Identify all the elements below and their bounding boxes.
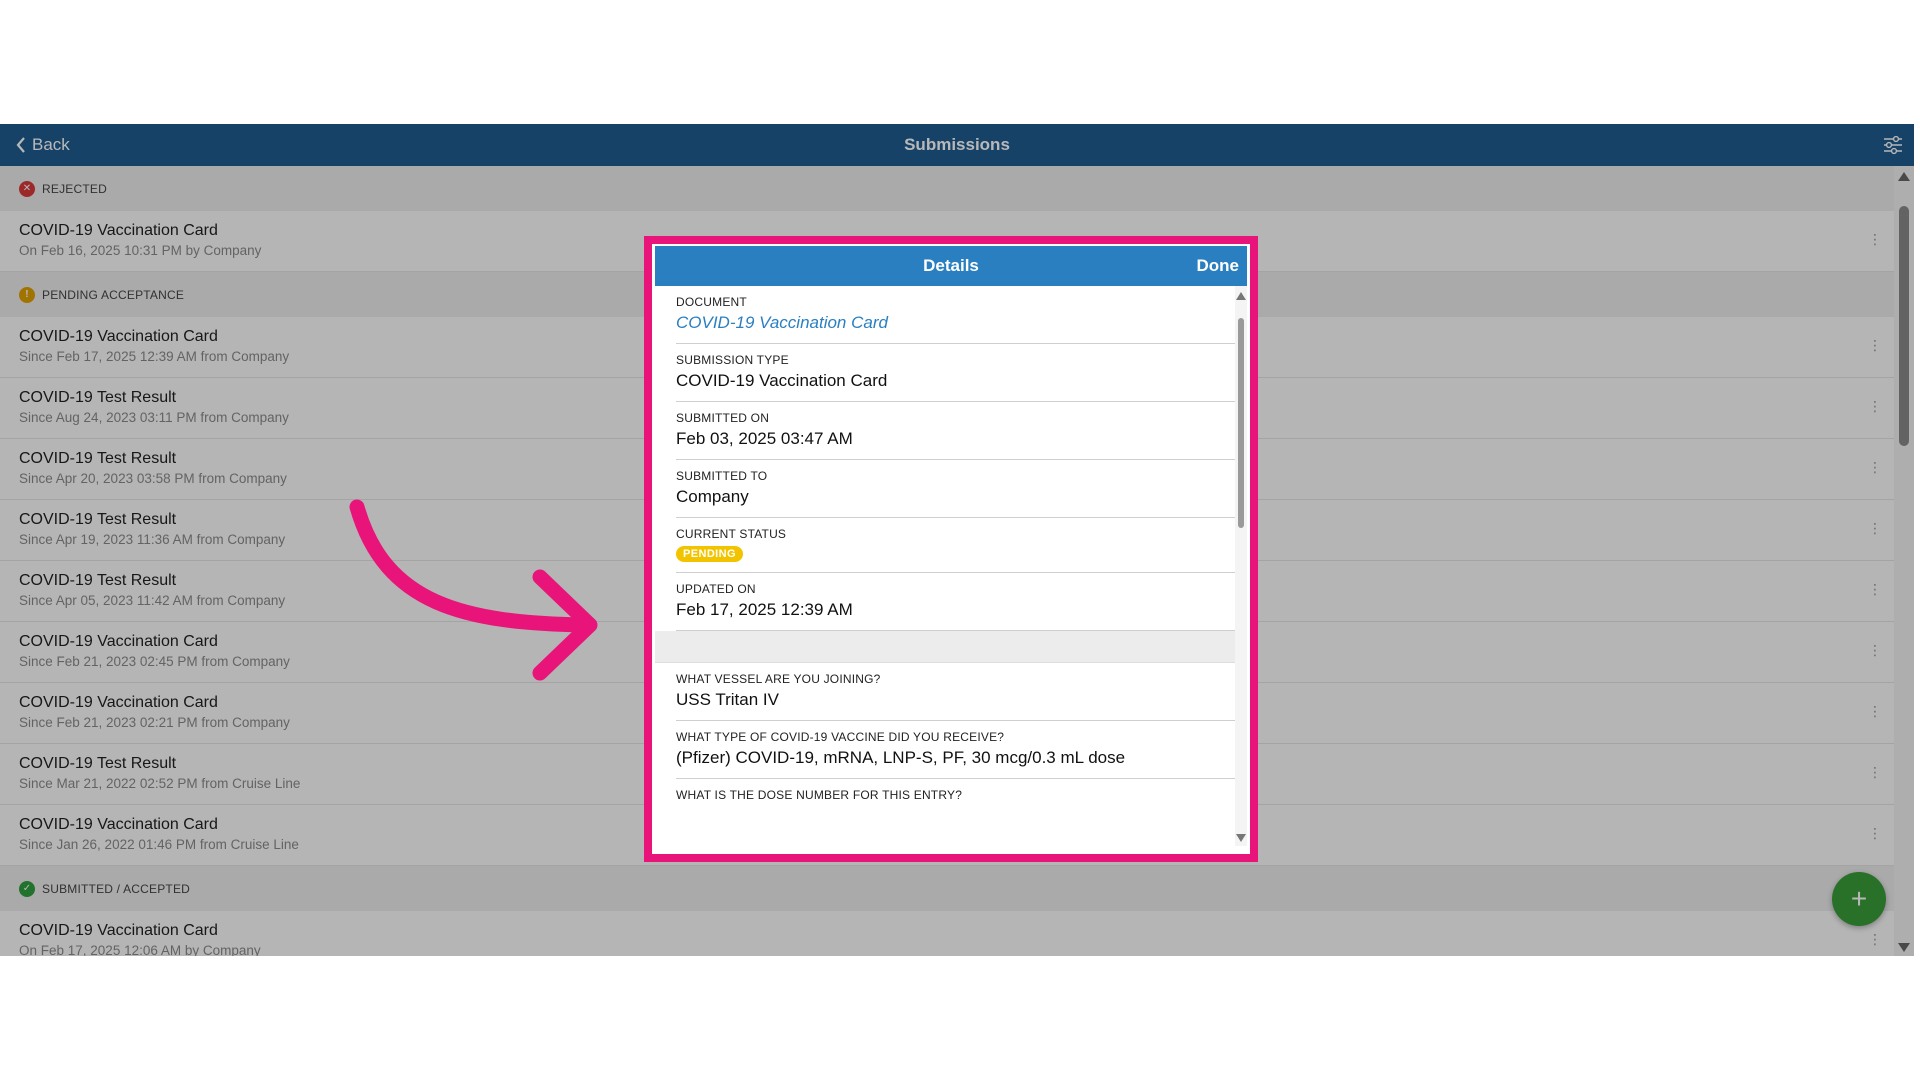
field-value: Company — [676, 487, 749, 506]
scroll-up-arrow-icon[interactable] — [1236, 292, 1246, 300]
field-document: DOCUMENT COVID-19 Vaccination Card — [676, 286, 1235, 344]
modal-scrollbar[interactable] — [1235, 286, 1247, 846]
curved-arrow-icon — [349, 499, 598, 681]
field-label: SUBMITTED TO — [676, 469, 768, 483]
field-vessel: WHAT VESSEL ARE YOU JOINING? USS Tritan … — [676, 663, 1235, 721]
scroll-thumb[interactable] — [1238, 318, 1244, 528]
field-updated-on: UPDATED ON Feb 17, 2025 12:39 AM — [676, 573, 1235, 631]
done-button[interactable]: Done — [1197, 256, 1240, 276]
field-label: WHAT IS THE DOSE NUMBER FOR THIS ENTRY? — [676, 788, 963, 802]
field-submitted-to: SUBMITTED TO Company — [676, 460, 1235, 518]
field-label: CURRENT STATUS — [676, 527, 787, 541]
scroll-down-arrow-icon[interactable] — [1236, 834, 1246, 842]
document-link[interactable]: COVID-19 Vaccination Card — [676, 313, 1235, 333]
field-vaccine-type: WHAT TYPE OF COVID-19 VACCINE DID YOU RE… — [676, 721, 1235, 779]
field-submitted-on: SUBMITTED ON Feb 03, 2025 03:47 AM — [676, 402, 1235, 460]
field-label: SUBMITTED ON — [676, 411, 770, 425]
modal-title: Details — [923, 256, 979, 275]
field-current-status: CURRENT STATUS PENDING — [676, 518, 1235, 573]
field-label: SUBMISSION TYPE — [676, 353, 789, 367]
section-divider — [655, 631, 1235, 663]
field-value: Feb 03, 2025 03:47 AM — [676, 429, 853, 448]
field-submission-type: SUBMISSION TYPE COVID-19 Vaccination Car… — [676, 344, 1235, 402]
modal-header: Details Done — [655, 246, 1247, 286]
field-label: UPDATED ON — [676, 582, 756, 596]
field-value: Feb 17, 2025 12:39 AM — [676, 600, 853, 619]
status-badge: PENDING — [676, 546, 743, 562]
field-value: (Pfizer) COVID-19, mRNA, LNP-S, PF, 30 m… — [676, 748, 1126, 767]
field-value: COVID-19 Vaccination Card — [676, 371, 888, 390]
field-label: WHAT VESSEL ARE YOU JOINING? — [676, 672, 881, 686]
details-modal: Details Done DOCUMENT COVID-19 Vaccinati… — [655, 246, 1247, 850]
field-dose-number: WHAT IS THE DOSE NUMBER FOR THIS ENTRY? — [676, 779, 1235, 812]
field-label: WHAT TYPE OF COVID-19 VACCINE DID YOU RE… — [676, 730, 1005, 744]
field-value: USS Tritan IV — [676, 690, 779, 709]
field-label: DOCUMENT — [676, 295, 747, 309]
details-body: DOCUMENT COVID-19 Vaccination Card SUBMI… — [655, 286, 1235, 846]
